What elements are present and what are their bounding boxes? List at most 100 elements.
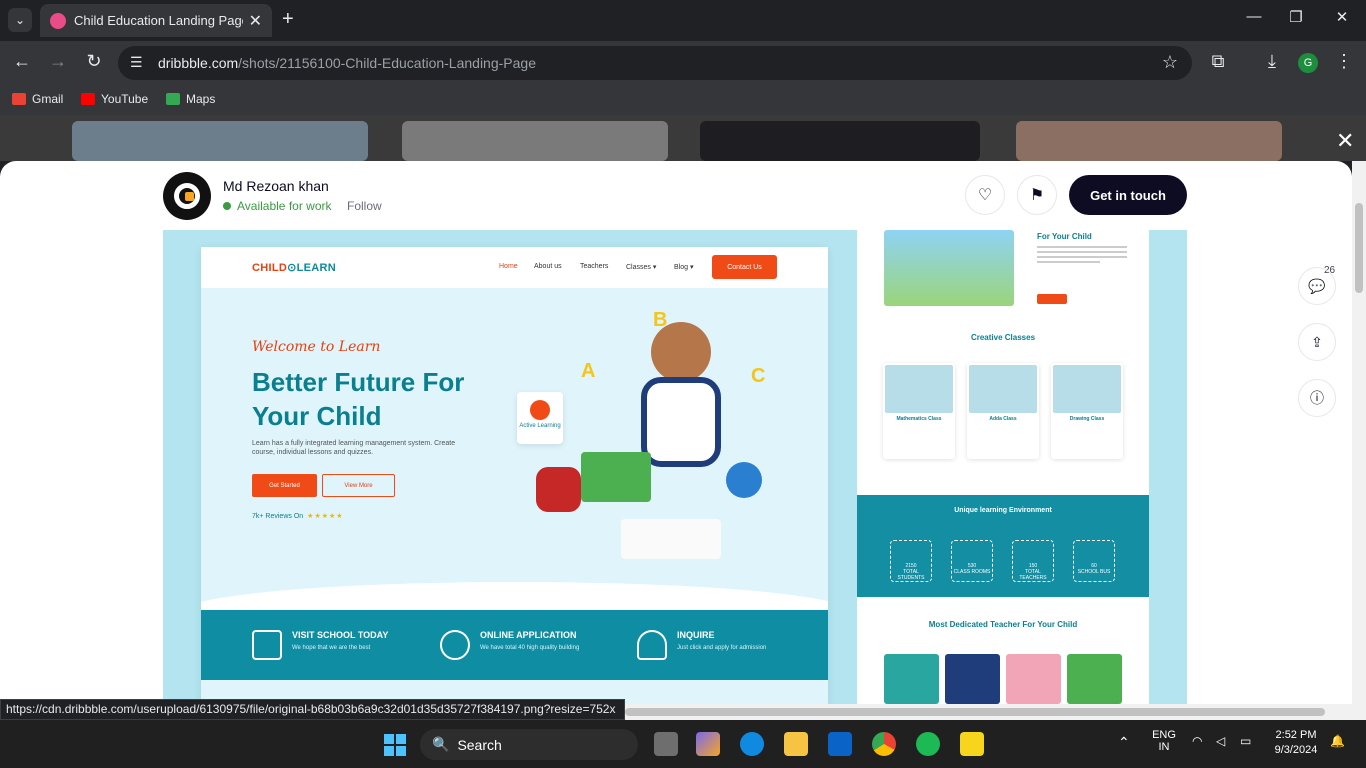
landing-nav: CHILD⊙LEARN Home About us Teachers Class… [201, 247, 828, 288]
globe-icon [440, 630, 470, 660]
teacher-card [1067, 654, 1122, 704]
clock[interactable]: 2:52 PM 9/3/2024 [1268, 728, 1324, 758]
status-url: https://cdn.dribbble.com/userupload/6130… [0, 699, 625, 720]
download-icon[interactable]: ⤓ [1260, 51, 1284, 72]
tab-title: Child Education Landing Page b [74, 13, 243, 28]
bookmark-star-icon[interactable]: ☆ [1162, 52, 1178, 73]
taskbar-search[interactable]: 🔍 Search [420, 729, 638, 760]
notification-bell-icon[interactable]: 🔔 [1330, 734, 1345, 748]
teacher-card [1006, 654, 1061, 704]
sticky-notes-icon[interactable] [960, 732, 984, 756]
share-icon[interactable]: ⇪ [1298, 323, 1336, 361]
site-info-icon[interactable]: ☰ [130, 54, 143, 71]
letter-a: A [581, 360, 596, 382]
outlook-icon[interactable] [828, 732, 852, 756]
view-more-button: View More [322, 474, 395, 497]
class-card: Mathematics Class [883, 363, 955, 459]
feature-online: ONLINE APPLICATION We have total 40 high … [440, 630, 579, 660]
profile-avatar[interactable]: G [1298, 53, 1318, 73]
tray-chevron-icon[interactable]: ⌃ [1118, 734, 1130, 751]
spotify-icon[interactable] [916, 732, 940, 756]
navigation-bar: ← → ↻ ☰ dribbble.com/shots/21156100-Chil… [0, 41, 1366, 85]
nav-classes: Classes ▾ [626, 264, 657, 271]
backpack-illustration [536, 467, 581, 512]
reload-icon[interactable]: ↻ [82, 51, 106, 72]
search-icon: 🔍 [432, 736, 450, 752]
childlearn-logo: CHILD⊙LEARN [252, 262, 337, 274]
unique-environment-section: Unique learning Environment 2150 TOTAL ST… [857, 495, 1149, 597]
maximize-icon[interactable]: ❐ [1276, 8, 1316, 26]
back-icon[interactable]: ← [10, 51, 34, 72]
language-indicator[interactable]: ENG IN [1148, 729, 1180, 753]
bookmark-youtube[interactable]: YouTube [81, 92, 148, 106]
hero-description: Learn has a fully integrated learning ma… [252, 440, 456, 456]
bookmark-maps[interactable]: Maps [166, 92, 215, 106]
teacher-card [945, 654, 1000, 704]
start-windows-icon[interactable] [384, 734, 406, 756]
nav-blog: Blog ▾ [674, 264, 694, 271]
backdrop-shot [402, 121, 668, 161]
follow-link[interactable]: Follow [347, 199, 382, 213]
shot-image: CHILD⊙LEARN Home About us Teachers Class… [163, 230, 1187, 704]
horizontal-scrollbar[interactable] [625, 704, 1366, 720]
rainbow-kids-image [884, 230, 1014, 306]
file-explorer-icon[interactable] [784, 732, 808, 756]
stars-rating: ★★★★★ [307, 513, 344, 520]
dribbble-favicon-icon [50, 12, 66, 29]
welcome-text: Welcome to Learn [252, 339, 381, 355]
close-tab-icon[interactable]: ✕ [249, 11, 262, 31]
contact-us-button: Contact Us [712, 255, 777, 279]
info-icon[interactable]: ⓘ [1298, 379, 1336, 417]
extensions-icon[interactable]: ⧉ [1206, 51, 1230, 72]
copilot-icon[interactable] [696, 732, 720, 756]
task-view-icon[interactable] [654, 732, 678, 756]
minimize-icon[interactable]: — [1234, 8, 1274, 25]
backdrop-shot [700, 121, 980, 161]
youtube-icon [81, 93, 95, 105]
books-illustration [581, 452, 651, 502]
nav-home: Home [499, 263, 518, 270]
calendar-icon [252, 630, 282, 660]
chrome-icon[interactable] [872, 732, 896, 756]
get-in-touch-button[interactable]: Get in touch [1069, 175, 1187, 215]
comment-icon[interactable]: 💬 [1298, 267, 1336, 305]
book-icon [530, 400, 550, 420]
open-book-illustration [621, 519, 721, 559]
letter-c: C [751, 365, 766, 387]
text-lines [1037, 246, 1127, 266]
stat-bus: 60 SCHOOL BUS [1073, 540, 1115, 582]
battery-icon[interactable]: ▭ [1240, 734, 1251, 748]
vertical-scrollbar[interactable] [1352, 161, 1366, 704]
active-tab[interactable]: Child Education Landing Page b ✕ [40, 4, 272, 37]
teacher-card [884, 654, 939, 704]
bell-icon [637, 630, 667, 660]
menu-icon[interactable]: ⋮ [1332, 51, 1356, 72]
author-name[interactable]: Md Rezoan khan [223, 178, 329, 194]
close-window-icon[interactable]: ✕ [1322, 8, 1362, 26]
save-bookmark-icon[interactable]: ⚑ [1017, 175, 1057, 215]
url-text: dribbble.com/shots/21156100-Child-Educat… [158, 55, 536, 71]
maps-icon [166, 93, 180, 105]
backdrop-shot [1016, 121, 1282, 161]
address-bar[interactable]: ☰ dribbble.com/shots/21156100-Child-Educ… [118, 46, 1192, 80]
edge-icon[interactable] [740, 732, 764, 756]
nav-teachers: Teachers [580, 263, 609, 270]
learn-more-button [1037, 294, 1067, 304]
feature-visit: VISIT SCHOOL TODAY We hope that we are th… [252, 630, 388, 660]
teacher-title: Most Dedicated Teacher For Your Child [928, 620, 1078, 629]
close-overlay-icon[interactable]: ✕ [1336, 128, 1354, 154]
feature-inquire: INQUIRE Just click and apply for admissio… [637, 630, 766, 660]
dribbble-backdrop [0, 115, 1366, 161]
new-tab-button[interactable]: + [282, 8, 294, 31]
author-avatar[interactable] [163, 172, 211, 220]
wifi-icon[interactable]: ◠ [1192, 734, 1202, 748]
bookmark-gmail[interactable]: Gmail [12, 92, 63, 106]
like-heart-icon[interactable]: ♡ [965, 175, 1005, 215]
hero-title: Better Future For Your Child [252, 367, 465, 431]
forward-icon[interactable]: → [46, 51, 70, 72]
stat-classrooms: 530 CLASS ROOMS [951, 540, 993, 582]
windows-taskbar: 🔍 Search ⌃ ENG IN ◠ ◁ ▭ 2:52 PM 9/3/2024 🔔 [0, 720, 1366, 768]
volume-icon[interactable]: ◁ [1216, 734, 1225, 748]
shot-modal: Md Rezoan khan Available for work Follow… [0, 161, 1352, 704]
tab-search-dropdown[interactable]: ⌄ [8, 8, 32, 32]
